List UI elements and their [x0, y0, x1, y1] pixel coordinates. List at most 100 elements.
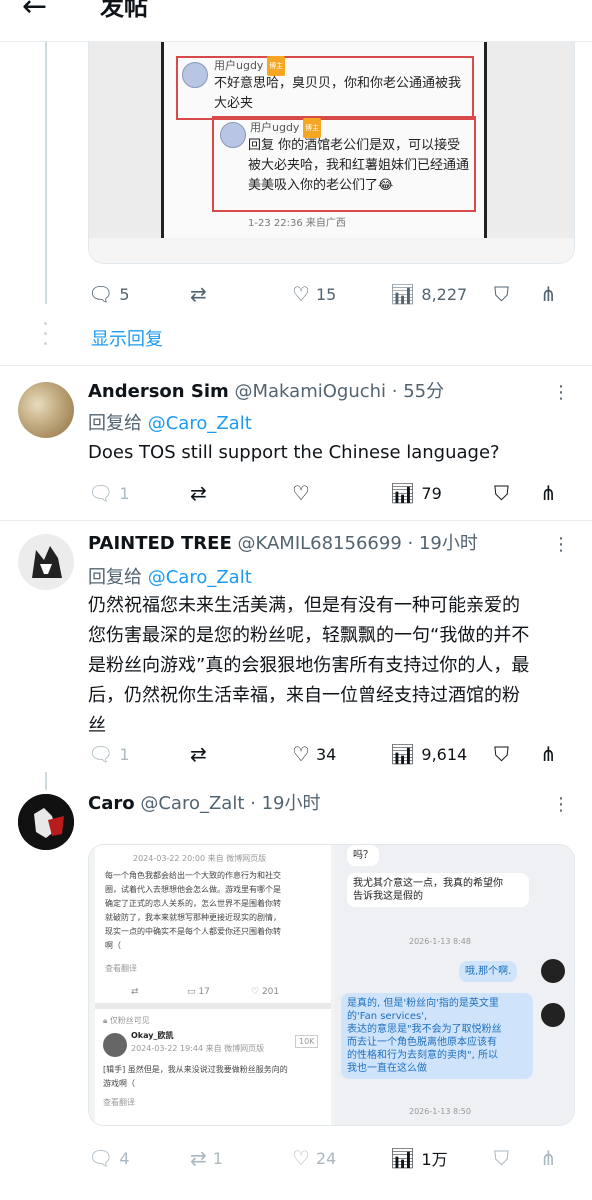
mention-link[interactable]: @Caro_Zalt: [148, 413, 252, 434]
views-button[interactable]: 📊︎ 8,227: [390, 282, 467, 306]
retweet-button[interactable]: ⇄ 1: [190, 1146, 223, 1170]
heart-icon: ♡: [292, 742, 310, 766]
screenshot-content: 用户ugdy 博主 不好意思哈，臭贝贝，你和你老公通通被我大必夹 用户ugdy …: [161, 42, 487, 238]
username: Okay_欧凯: [131, 1031, 174, 1040]
reply-button[interactable]: 🗨︎ 5: [88, 282, 130, 306]
translate-link: 查看翻译: [103, 1098, 135, 1107]
wolf-avatar-icon: [32, 546, 62, 578]
follower-badge: 10K: [295, 1035, 319, 1048]
reply-button[interactable]: 🗨︎ 1: [88, 742, 130, 766]
avatar[interactable]: [18, 534, 74, 590]
more-options-icon[interactable]: ⋮: [552, 384, 570, 402]
bookmark-icon: ⛉: [494, 742, 509, 766]
share-icon: ⋔: [540, 481, 557, 505]
share-icon: ⋔: [540, 742, 557, 766]
views-button[interactable]: 📊︎ 1万: [390, 1146, 448, 1170]
share-button[interactable]: ⋔: [540, 282, 557, 306]
username: 用户ugdy: [250, 121, 300, 134]
display-name[interactable]: PAINTED TREE: [88, 533, 232, 554]
thread-dots: [44, 322, 48, 356]
text-line: 仍然祝福您未来生活美满，但是有没有一种可能亲爱的: [88, 595, 520, 616]
mention-link[interactable]: @Caro_Zalt: [148, 567, 252, 588]
tweet-text: 仍然祝福您未来生活美满，但是有没有一种可能亲爱的 您伤害最深的是您的粉丝呢，轻飘…: [88, 591, 529, 741]
handle[interactable]: @MakamiOguchi: [235, 381, 387, 402]
tweet-header: Anderson Sim @MakamiOguchi · 55分: [88, 380, 444, 404]
timestamp[interactable]: · 19小时: [408, 533, 478, 554]
display-name[interactable]: Caro: [88, 793, 135, 814]
like-button[interactable]: ♡: [292, 481, 316, 505]
avatar: [541, 1003, 565, 1027]
reply-icon: 🗨︎: [88, 742, 114, 766]
timestamp[interactable]: · 19小时: [250, 793, 320, 814]
tweet-header: PAINTED TREE @KAMIL68156699 · 19小时: [88, 532, 478, 556]
retweet-button[interactable]: ⇄: [190, 481, 213, 505]
caro-avatar-icon: [18, 794, 74, 850]
timestamp[interactable]: · 55分: [392, 381, 444, 402]
translate-link: 查看翻译: [105, 964, 137, 973]
comment-text: [辑手] 虽然但是，我从来没说过我要做粉丝服务向的 游戏啊（: [103, 1065, 288, 1088]
reply-button[interactable]: 🗨︎ 4: [88, 1146, 130, 1170]
chat-screenshot: 吗？ 我尤其介意这一点，我真的希望你 告诉我这是假的 2026-1-13 8:4…: [335, 845, 574, 1125]
retweet-button[interactable]: ⇄: [190, 742, 213, 766]
share-button[interactable]: ⋔: [540, 481, 557, 505]
show-replies-link[interactable]: 显示回复: [91, 325, 163, 351]
views-button[interactable]: 📊︎ 79: [390, 481, 442, 505]
chat-bubble: 哦,那个啊.: [459, 961, 518, 982]
avatar[interactable]: [18, 382, 74, 438]
tweet-header: Caro @Caro_Zalt · 19小时: [88, 792, 320, 816]
handle[interactable]: @Caro_Zalt: [140, 793, 244, 814]
chat-timestamp: 2026-1-13 8:50: [409, 1107, 471, 1116]
reply-button[interactable]: 🗨︎ 1: [88, 481, 130, 505]
forward-icon: ⇄: [131, 987, 139, 997]
bookmark-button[interactable]: ⛉: [494, 481, 509, 505]
reply-icon: 🗨︎: [88, 282, 114, 306]
heart-icon: ♡: [292, 1146, 310, 1170]
retweet-icon: ⇄: [190, 1146, 207, 1170]
retweet-icon: ⇄: [190, 742, 207, 766]
bookmark-button[interactable]: ⛉: [494, 742, 509, 766]
like-icon: ♡ 201: [251, 987, 280, 997]
tweet-actions: 🗨︎ 1 ⇄ ♡ 34 📊︎ 9,614 ⛉ ⋔: [88, 742, 568, 766]
bar-chart-icon: 📊︎: [390, 742, 416, 766]
post-timestamp: 2024-03-22 20:00 来自 微博网页版: [133, 854, 267, 863]
views-button[interactable]: 📊︎ 9,614: [390, 742, 467, 766]
more-options-icon[interactable]: ⋮: [552, 796, 570, 814]
tweet-actions: 🗨︎ 1 ⇄ ♡ 📊︎ 79 ⛉ ⋔: [88, 481, 568, 505]
bookmark-button[interactable]: ⛉: [494, 282, 509, 306]
handle[interactable]: @KAMIL68156699: [237, 533, 401, 554]
comment-text: 不好意思哈，臭贝贝，你和你老公通通被我大必夹: [214, 76, 462, 111]
comment-timestamp: 2024-03-22 19:44 来自 微博网页版: [131, 1044, 265, 1053]
heart-icon: ♡: [292, 282, 310, 306]
chat-bubble: 吗？: [347, 845, 379, 866]
retweet-button[interactable]: ⇄: [190, 282, 213, 306]
display-name[interactable]: Anderson Sim: [88, 381, 229, 402]
text-line: 丝: [88, 715, 106, 736]
like-button[interactable]: ♡ 24: [292, 1146, 336, 1170]
bookmark-button[interactable]: ⛉: [494, 1146, 509, 1170]
share-button[interactable]: ⋔: [540, 742, 557, 766]
back-arrow-icon[interactable]: ←: [22, 0, 47, 22]
divider: [0, 520, 592, 521]
avatar: [541, 959, 565, 983]
thread-line: [45, 772, 47, 790]
more-options-icon[interactable]: ⋮: [552, 536, 570, 554]
avatar: [220, 122, 246, 148]
fans-only-label: 🔒︎ 仅粉丝可见: [103, 1016, 150, 1025]
page-title: 发帖: [100, 0, 148, 21]
avatar: [182, 62, 208, 88]
share-icon: ⋔: [540, 1146, 557, 1170]
tweet-image[interactable]: 2024-03-22 20:00 来自 微博网页版 每一个角色我都会给出一个大致…: [88, 844, 575, 1126]
share-button[interactable]: ⋔: [540, 1146, 557, 1170]
post-text: 每一个角色我都会给出一个大致的作息行为和社交 圈，试着代入去想想他会怎么做。游戏…: [105, 871, 281, 950]
chat-bubble: 我尤其介意这一点，我真的希望你 告诉我这是假的: [347, 873, 529, 907]
tweet-actions: 🗨︎ 5 ⇄ ♡ 15 📊︎ 8,227 ⛉ ⋔: [88, 282, 568, 306]
text-line: 后，仍然祝你生活幸福，来自一位曾经支持过酒馆的粉: [88, 685, 520, 706]
tweet-image[interactable]: 用户ugdy 博主 不好意思哈，臭贝贝，你和你老公通通被我大必夹 用户ugdy …: [88, 42, 575, 264]
avatar[interactable]: [18, 794, 74, 850]
bookmark-icon: ⛉: [494, 481, 509, 505]
like-button[interactable]: ♡ 34: [292, 742, 336, 766]
text-line: 您伤害最深的是您的粉丝呢，轻飘飘的一句“我做的并不: [88, 625, 530, 646]
thread-line: [45, 42, 47, 304]
chat-bubble: 是真的, 但是'粉丝向'指的是英文里 的'Fan services', 表达的意…: [341, 993, 533, 1079]
like-button[interactable]: ♡ 15: [292, 282, 336, 306]
